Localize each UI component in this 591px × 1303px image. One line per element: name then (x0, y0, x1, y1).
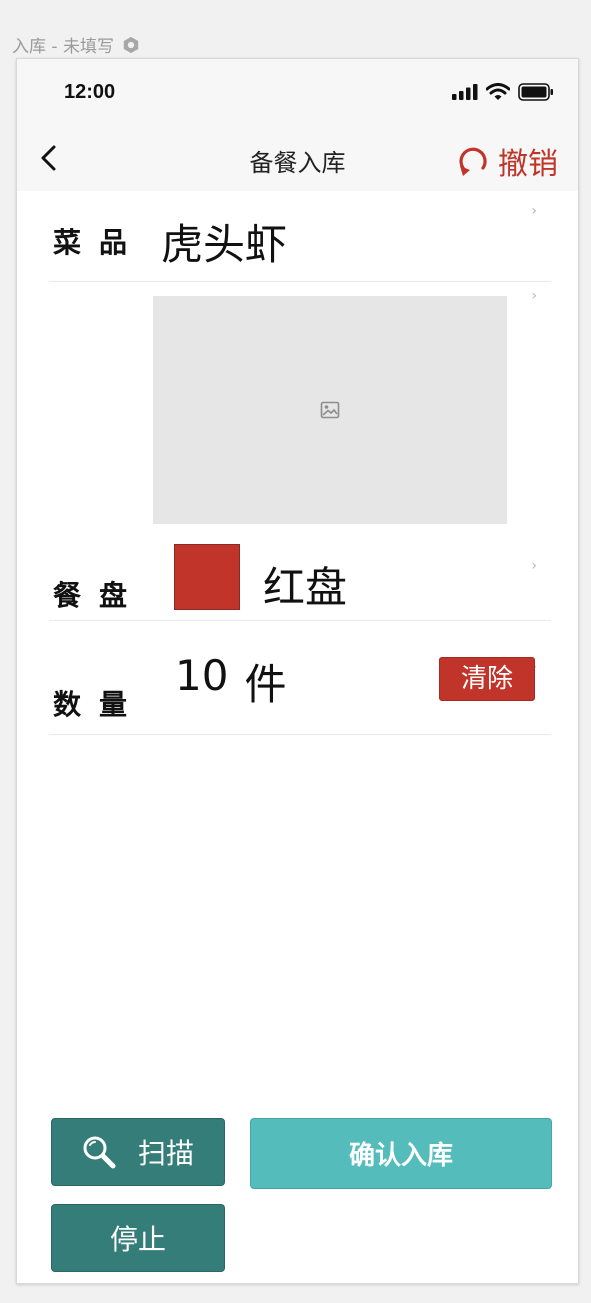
stop-button[interactable]: 停止 (51, 1204, 225, 1272)
navigation-bar: 备餐入库 撤销 (17, 125, 578, 191)
search-icon (83, 1136, 116, 1169)
chevron-right-icon: › (531, 288, 537, 304)
quantity-row[interactable]: 数量 10 件 › 清除 (49, 621, 551, 735)
photo-row[interactable]: › (49, 282, 551, 532)
undo-label: 撤销 (498, 147, 558, 182)
status-icons (452, 83, 554, 101)
phone-frame: 12:00 备餐入库 撤销 菜品 虎头虾 › › 餐盘 红盘 › 数量 10 件… (16, 58, 579, 1284)
scan-label: 扫描 (137, 1137, 194, 1170)
clear-button[interactable]: 清除 (439, 657, 535, 701)
confirm-stock-in-button[interactable]: 确认入库 (250, 1118, 552, 1189)
dish-row[interactable]: 菜品 虎头虾 › (49, 191, 551, 282)
dish-photo (153, 296, 507, 524)
frame-title: 入库 - 未填写 (12, 32, 140, 57)
chevron-right-icon: › (531, 203, 537, 219)
dish-value: 虎头虾 (161, 220, 288, 269)
dish-label: 菜品 (53, 226, 146, 259)
settings-icon[interactable] (122, 36, 140, 54)
frame-title-text: 入库 - 未填写 (12, 37, 114, 57)
quantity-value: 10 件 (175, 651, 286, 712)
image-placeholder-icon (320, 401, 340, 419)
wifi-icon (486, 83, 510, 100)
chevron-right-icon: › (531, 558, 537, 574)
plate-color-swatch (174, 544, 240, 610)
quantity-label: 数量 (53, 688, 146, 721)
battery-icon (518, 83, 553, 101)
plate-name: 红盘 (263, 563, 348, 612)
quantity-number: 10 (175, 651, 229, 700)
plate-label: 餐盘 (53, 579, 146, 612)
scan-button[interactable]: 扫描 (51, 1118, 225, 1186)
plate-row[interactable]: 餐盘 红盘 › (49, 532, 551, 621)
status-time: 12:00 (64, 81, 116, 103)
status-bar: 12:00 (17, 59, 578, 125)
undo-button[interactable]: 撤销 (456, 139, 558, 183)
quantity-unit: 件 (244, 660, 287, 709)
refresh-icon (459, 147, 487, 176)
cellular-signal-icon (452, 84, 478, 100)
